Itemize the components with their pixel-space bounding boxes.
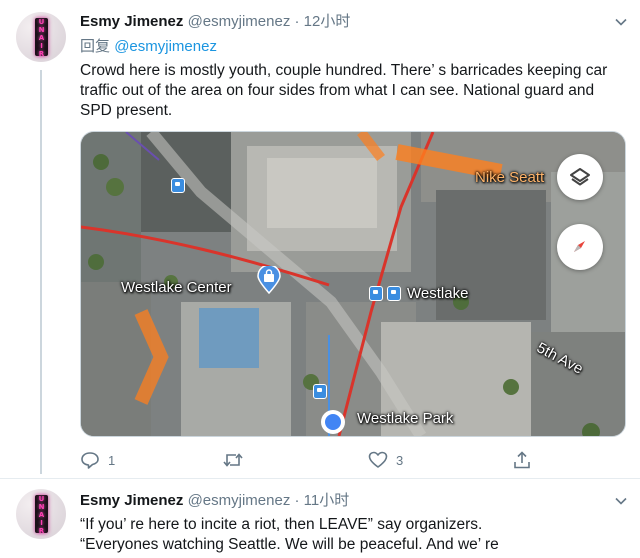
tweet-text: Crowd here is mostly youth, couple hundr… <box>80 62 608 119</box>
thread-connector-line <box>40 70 42 474</box>
like-action[interactable]: 3 <box>368 449 403 471</box>
tweet[interactable]: U N A I R Esmy Jimenez @esmyjimenez · 11… <box>0 478 640 558</box>
heart-icon <box>368 451 388 468</box>
map-label-nike: Nike Seatt <box>475 169 545 186</box>
separator: · <box>294 492 300 509</box>
separator: · <box>294 13 300 30</box>
compass-button[interactable] <box>557 224 603 270</box>
reply-prefix: 回复 <box>80 38 111 55</box>
timestamp[interactable]: 11小时 <box>304 492 350 509</box>
transit-icon <box>171 178 185 193</box>
tweet-actions: 1 3 <box>80 449 550 471</box>
retweet-action[interactable] <box>222 449 252 471</box>
avatar[interactable]: U N A I R <box>16 12 66 62</box>
author-name[interactable]: Esmy Jimenez <box>80 13 183 30</box>
layers-button[interactable] <box>557 154 603 200</box>
chevron-down-icon[interactable] <box>614 494 628 508</box>
transit-icon <box>369 286 383 301</box>
tweet-text-line: “Everyones watching Seattle. We will be … <box>80 536 499 553</box>
tweet-text: “If you’ re here to incite a riot, then … <box>80 515 625 555</box>
transit-icon <box>387 286 401 301</box>
map-label-westlake-station: Westlake <box>407 285 469 302</box>
reply-mention-link[interactable]: @esmyjimenez <box>114 38 217 55</box>
map-image[interactable]: Nike Seatt Westlake Center Westlake 5th … <box>80 131 626 437</box>
tweet[interactable]: U N A I R Esmy Jimenez @esmyjimenez · 12… <box>0 0 640 478</box>
reply-icon <box>81 452 99 469</box>
reply-count: 1 <box>108 452 116 468</box>
author-handle[interactable]: @esmyjimenez <box>188 492 291 509</box>
reply-action[interactable]: 1 <box>80 449 115 471</box>
shopping-bag-icon <box>257 266 281 294</box>
layers-icon <box>570 168 590 186</box>
author-name[interactable]: Esmy Jimenez <box>80 492 183 509</box>
compass-icon <box>574 241 585 252</box>
map-label-westlake-park: Westlake Park <box>357 410 454 427</box>
map-label-westlake-center: Westlake Center <box>121 279 232 296</box>
transit-icon <box>313 384 327 399</box>
avatar-neon-sign: U N A I R <box>35 18 48 58</box>
share-action[interactable] <box>512 449 532 471</box>
location-dot-icon <box>321 410 345 434</box>
tweet-header: Esmy Jimenez @esmyjimenez · 12小时 <box>80 12 350 32</box>
retweet-icon <box>223 453 243 467</box>
tweet-text-line: “If you’ re here to incite a riot, then … <box>80 516 483 533</box>
avatar-neon-sign: U N A I R <box>35 495 48 535</box>
author-handle[interactable]: @esmyjimenez <box>188 13 291 30</box>
like-count: 3 <box>396 452 404 468</box>
chevron-down-icon[interactable] <box>614 15 628 29</box>
tweet-header: Esmy Jimenez @esmyjimenez · 11小时 <box>80 491 349 511</box>
avatar[interactable]: U N A I R <box>16 489 66 539</box>
reply-context: 回复 @esmyjimenez <box>80 37 217 57</box>
share-icon <box>514 451 530 469</box>
timestamp[interactable]: 12小时 <box>304 13 351 30</box>
